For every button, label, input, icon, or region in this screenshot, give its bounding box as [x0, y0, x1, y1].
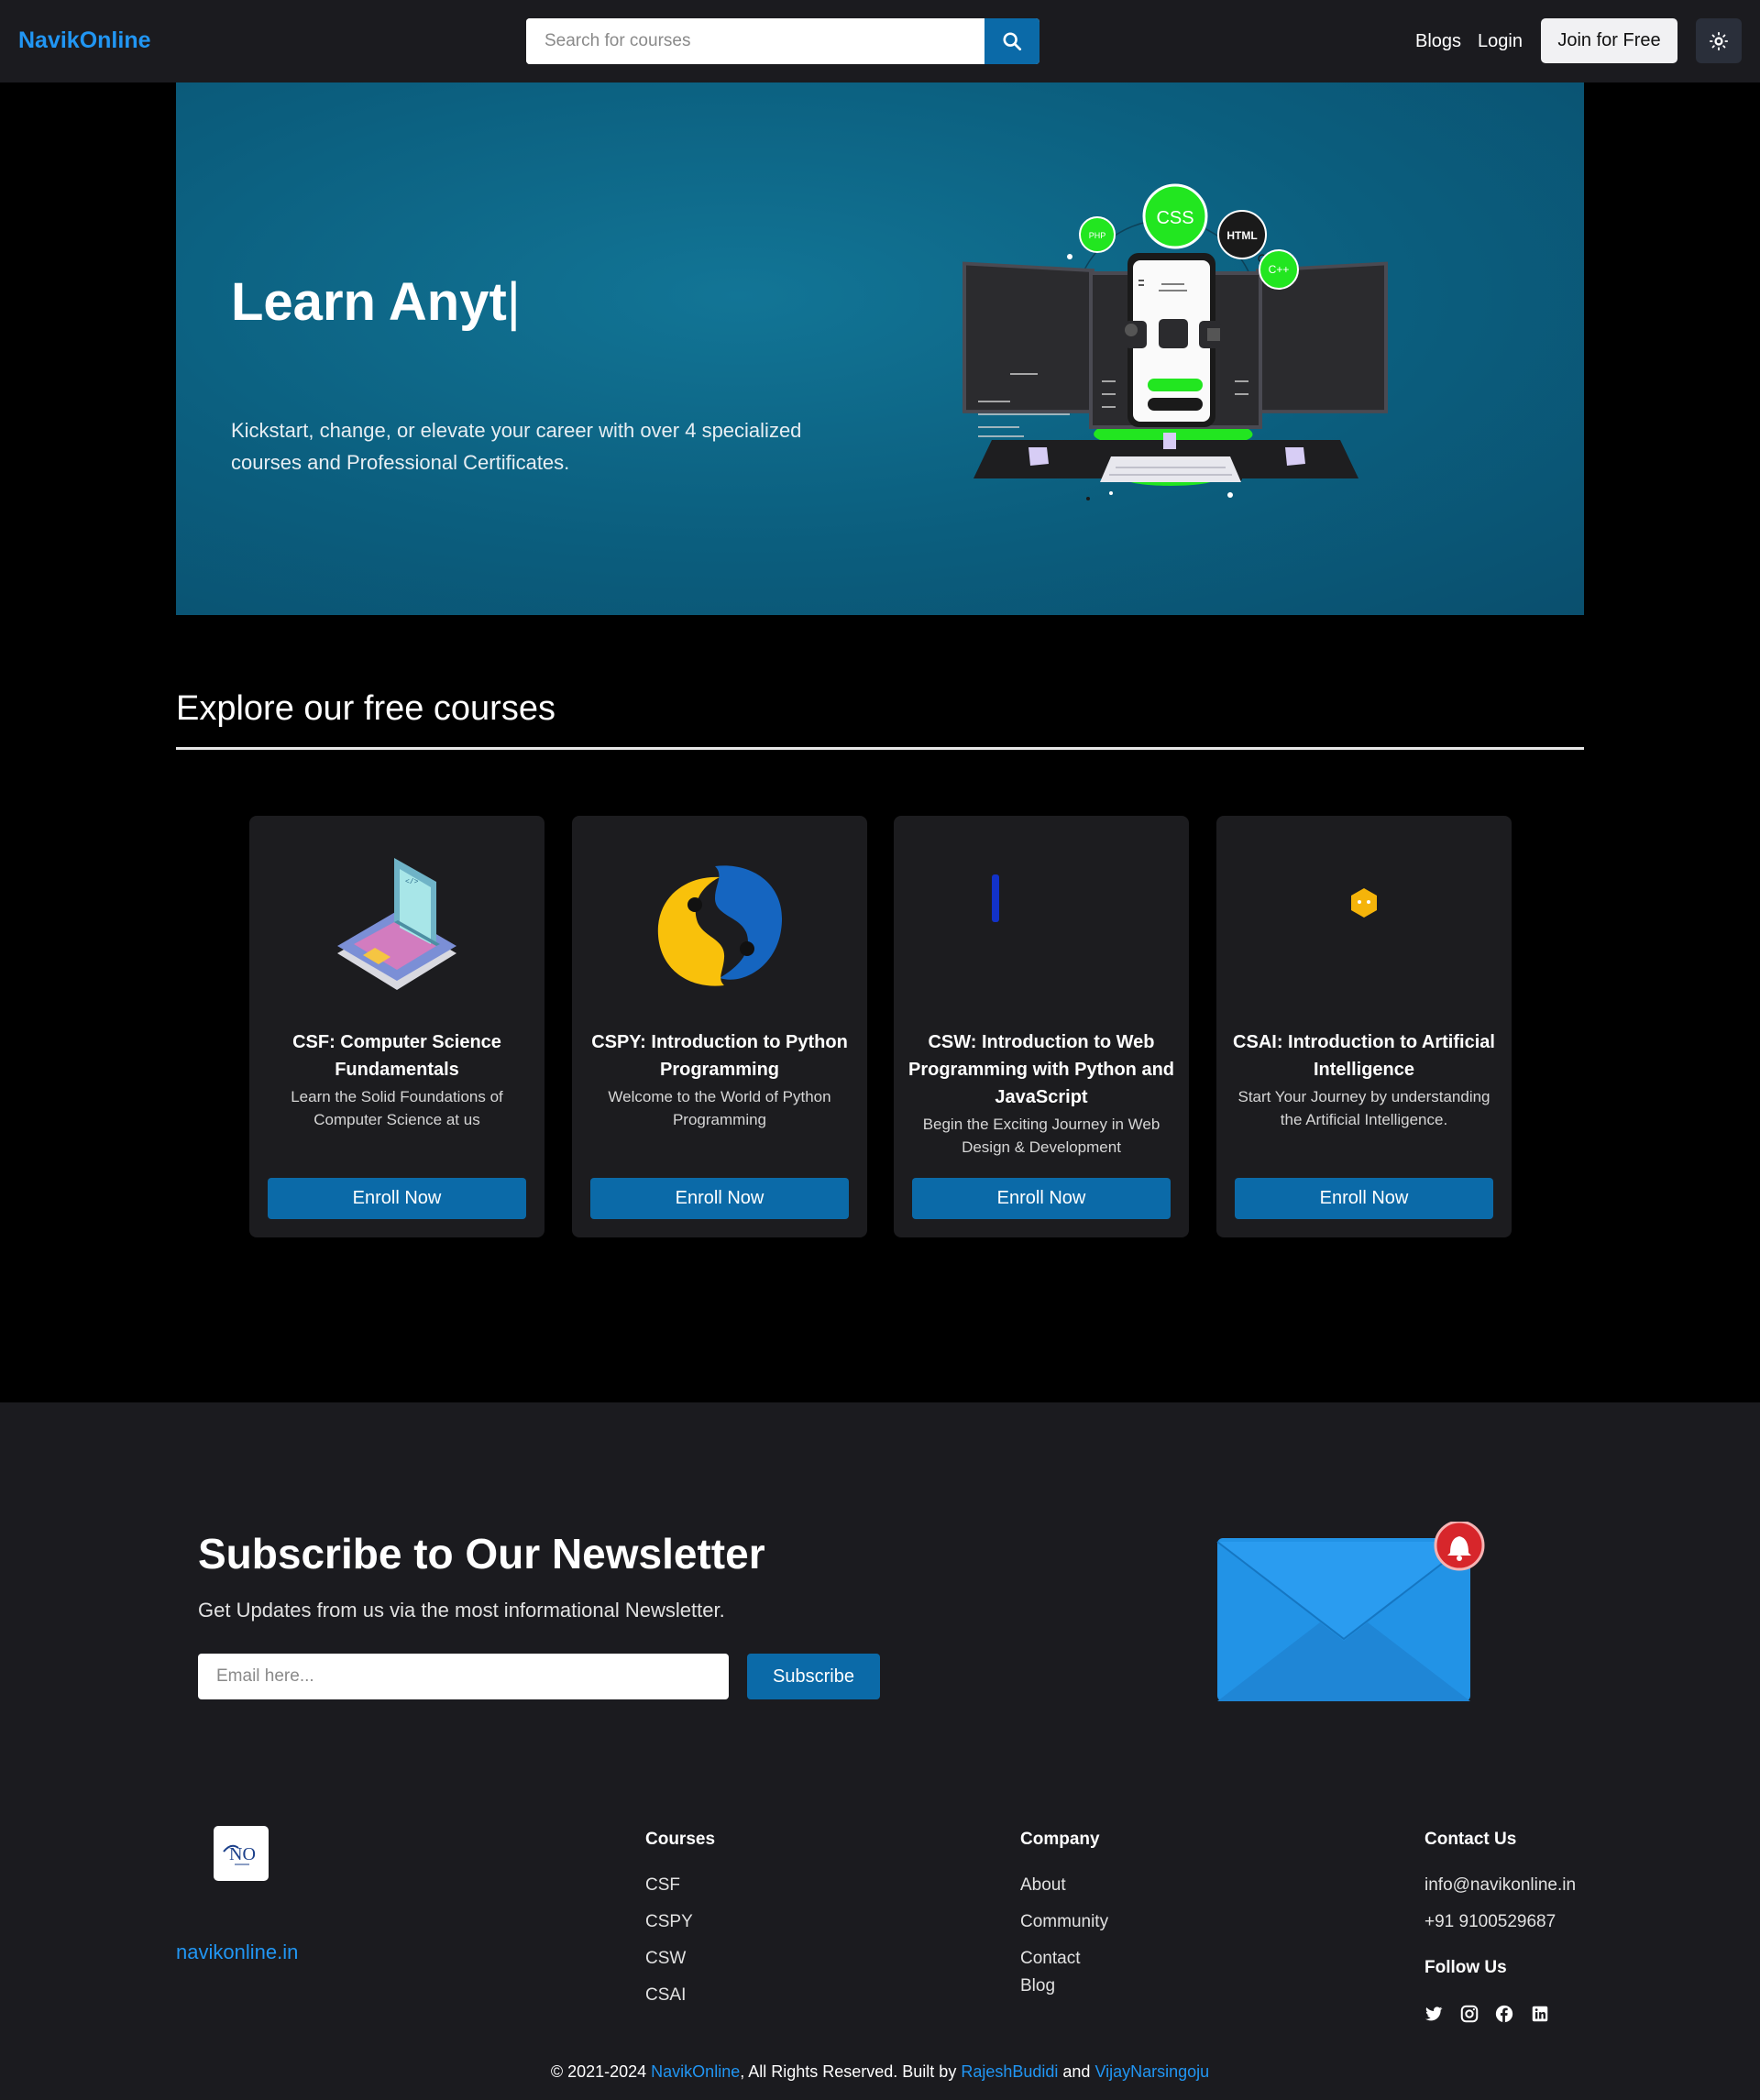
instagram-icon[interactable]: [1459, 2004, 1480, 2024]
laptop-icon: </>: [337, 858, 456, 990]
ai-icon: [1351, 888, 1377, 918]
course-image: [894, 852, 1189, 999]
newsletter-title: Subscribe to Our Newsletter: [198, 1530, 765, 1578]
brand-logo[interactable]: NavikOnline: [18, 27, 151, 54]
hero-subtitle: Kickstart, change, or elevate your caree…: [231, 419, 802, 474]
footer-phone[interactable]: +91 9100529687: [1424, 1912, 1556, 1932]
section-divider: [176, 747, 1584, 750]
footer-course-link[interactable]: CSW: [645, 1949, 686, 1969]
footer-email[interactable]: info@navikonline.in: [1424, 1875, 1576, 1896]
footer-site-link[interactable]: navikonline.in: [176, 1941, 298, 1964]
author-link-rajesh[interactable]: RajeshBudidi: [961, 2062, 1058, 2081]
course-description: Learn the Solid Foundations of Computer …: [291, 1088, 503, 1128]
course-image: [572, 852, 867, 999]
course-image: </>: [249, 852, 544, 999]
twitter-icon[interactable]: [1424, 2004, 1444, 2024]
python-icon: [657, 865, 783, 986]
footer-logo[interactable]: NO: [214, 1826, 269, 1881]
course-description: Welcome to the World of Python Programmi…: [608, 1088, 831, 1128]
footer-contact-heading: Contact Us: [1424, 1830, 1517, 1849]
section-title: Explore our free courses: [176, 689, 556, 728]
copyright-text: © 2021-2024 NavikOnline, All Rights Rese…: [550, 2062, 1210, 2081]
web-icon: [992, 874, 999, 922]
enroll-now-button[interactable]: Enroll Now: [268, 1178, 526, 1219]
footer-course-link[interactable]: CSPY: [645, 1912, 693, 1932]
footer-section: [0, 1402, 1760, 2100]
copyright-brand-link[interactable]: NavikOnline: [651, 2062, 740, 2081]
course-description: Start Your Journey by understanding the …: [1238, 1088, 1490, 1128]
svg-text:NO: NO: [229, 1844, 256, 1864]
footer-course-link[interactable]: CSAI: [645, 1985, 686, 2006]
join-for-free-button[interactable]: Join for Free: [1541, 18, 1678, 63]
course-title: CSPY: Introduction to Python Programming…: [587, 1028, 852, 1131]
course-card-csw[interactable]: CSW: Introduction to Web Programming wit…: [894, 816, 1189, 1237]
css-badge: CSS: [1156, 208, 1194, 228]
navbar: NavikOnline Blogs Login Join for Free: [0, 0, 1760, 82]
html-badge: HTML: [1226, 229, 1257, 242]
footer-blog-link[interactable]: Blog: [1020, 1976, 1055, 1996]
enroll-now-button[interactable]: Enroll Now: [912, 1178, 1171, 1219]
enroll-now-button[interactable]: Enroll Now: [590, 1178, 849, 1219]
search-icon: [1003, 32, 1022, 51]
navik-logo-icon: NO: [223, 1844, 256, 1865]
nav-link-login[interactable]: Login: [1478, 31, 1523, 52]
footer-company-heading: Company: [1020, 1830, 1100, 1849]
course-card-csai[interactable]: CSAI: Introduction to Artificial Intelli…: [1216, 816, 1512, 1237]
sun-icon: [1709, 31, 1729, 50]
typing-cursor: |: [506, 272, 521, 332]
footer-follow-heading: Follow Us: [1424, 1958, 1507, 1977]
hero-title: Learn Anyt|: [231, 272, 521, 332]
theme-toggle-button[interactable]: [1696, 18, 1742, 63]
course-title: CSW: Introduction to Web Programming wit…: [908, 1028, 1174, 1159]
cpp-badge: C++: [1269, 263, 1290, 276]
footer-community-link[interactable]: Community: [1020, 1912, 1108, 1932]
newsletter-subtitle: Get Updates from us via the most informa…: [198, 1599, 725, 1622]
php-badge: PHP: [1089, 231, 1106, 240]
author-link-vijay[interactable]: VijayNarsingoju: [1094, 2062, 1209, 2081]
facebook-icon[interactable]: [1494, 2004, 1514, 2024]
course-title: CSAI: Introduction to Artificial Intelli…: [1231, 1028, 1497, 1131]
course-card-cspy[interactable]: CSPY: Introduction to Python Programming…: [572, 816, 867, 1237]
footer-about-link[interactable]: About: [1020, 1875, 1066, 1896]
subscribe-button[interactable]: Subscribe: [747, 1654, 880, 1699]
search-button[interactable]: [984, 18, 1040, 64]
course-card-csf[interactable]: </> CSF: Computer Science Fundamentals L…: [249, 816, 544, 1237]
newsletter-email-input[interactable]: [198, 1654, 729, 1699]
footer-course-link[interactable]: CSF: [645, 1875, 680, 1896]
search-bar: [526, 18, 1040, 64]
footer-contact-link[interactable]: Contact: [1020, 1949, 1080, 1969]
hero-banner: Learn Anyt| Kickstart, change, or elevat…: [176, 82, 1584, 615]
linkedin-icon[interactable]: [1530, 2004, 1550, 2024]
hero-illustration: CSS HTML PHP C++: [962, 183, 1388, 500]
footer-courses-heading: Courses: [645, 1830, 716, 1849]
svg-text:</>: </>: [405, 878, 419, 886]
course-image: [1216, 852, 1512, 999]
envelope-icon: [1216, 1522, 1485, 1701]
search-input[interactable]: [526, 18, 984, 64]
course-description: Begin the Exciting Journey in Web Design…: [922, 1116, 1160, 1156]
nav-link-blogs[interactable]: Blogs: [1415, 31, 1461, 52]
enroll-now-button[interactable]: Enroll Now: [1235, 1178, 1493, 1219]
course-title: CSF: Computer Science Fundamentals Learn…: [264, 1028, 530, 1131]
